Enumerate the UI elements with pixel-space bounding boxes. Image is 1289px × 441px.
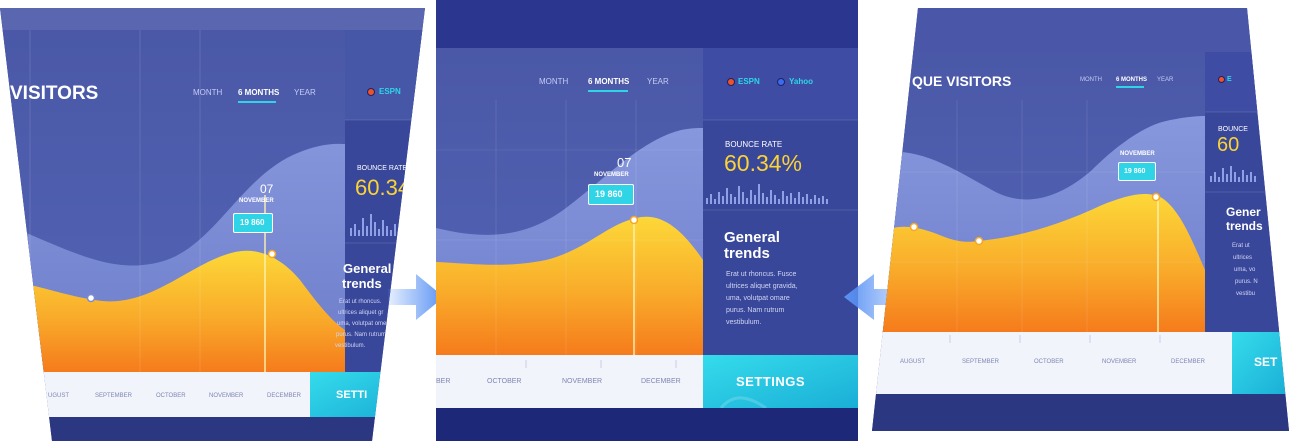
left-data-point [86,293,96,303]
right-data-point [974,236,984,246]
center-tab-year[interactable]: YEAR [647,78,669,86]
left-tooltip-month: NOVEMBER [239,198,274,204]
center-data-point [629,215,639,225]
right-x-label: NOVEMBER [1102,359,1137,365]
center-tooltip-value: 19 860 [595,189,623,199]
left-tooltip-box: 19 860 [233,213,273,233]
right-tab-active-underline [1116,86,1144,88]
center-legend-yahoo[interactable]: Yahoo [789,78,813,86]
right-chart-svg [872,8,1289,431]
left-x-label: UGUST [48,393,69,399]
left-trends-title-1: General [343,261,392,276]
right-legend-dot-icon [1218,76,1225,83]
right-settings-button[interactable]: SET [1254,356,1277,368]
center-tab-6-months[interactable]: 6 MONTHS [588,78,629,86]
left-data-point [267,249,277,259]
center-x-label: BER [436,378,451,385]
center-tooltip-box: 19 860 [588,184,634,205]
center-x-label: OCTOBER [487,378,522,385]
right-tab-year[interactable]: YEAR [1157,77,1173,83]
left-settings-button[interactable]: SETTI [336,390,367,401]
center-trends-title-2: trends [724,245,770,262]
center-bounce-value: 60.34% [724,150,803,176]
center-trends-title-1: General [724,229,780,246]
right-bounce-label: BOUNCE [1218,126,1248,133]
center-trends-body-line: uma, volutpat omare [726,295,790,302]
right-trends-title-1: Gener [1226,205,1261,219]
left-trends-title-2: trends [342,276,382,291]
left-tab-active-underline [238,101,276,103]
left-bounce-label: BOUNCE RATE [357,165,408,172]
center-trends-body-line: purus. Nam rutrum [726,307,785,314]
left-trends-body-line: purus. Nam rutrum [336,332,387,338]
right-bounce-value: 60 [1217,134,1240,156]
left-trends-body-line: ultrices aliquet gr [338,310,384,316]
center-trends-body-line: Erat ut rhoncus. Fusce [726,271,797,278]
right-data-point [909,222,919,232]
left-x-label: DECEMBER [267,393,302,399]
center-x-label: NOVEMBER [562,378,603,385]
center-legend-espn-dot-icon [727,78,735,86]
center-tooltip-day: 07 [617,155,632,170]
center-settings-button[interactable]: SETTINGS [736,375,805,388]
left-legend-espn[interactable]: ESPN [379,88,401,96]
center-legend-espn[interactable]: ESPN [738,78,760,86]
left-x-label: SEPTEMBER [95,393,133,399]
center-legend-yahoo-dot-icon [777,78,785,86]
right-trends-body-line: ultrices [1233,255,1253,261]
right-trends-body-line: Erat ut [1232,243,1250,249]
center-trends-body-line: vestibulum. [726,319,762,326]
right-x-label: DECEMBER [1171,359,1206,365]
right-trends-body-line: vestibu [1236,291,1256,297]
center-trends-body-line: ultrices aliquet gravida, [726,283,798,290]
left-trends-body-line: vestibulum. [335,343,366,349]
left-bounce-value: 60.34 [355,175,411,200]
left-tab-month[interactable]: MONTH [193,89,222,97]
left-tooltip-day: 07 [260,182,274,196]
center-tab-month[interactable]: MONTH [539,78,568,86]
left-tab-year[interactable]: YEAR [294,89,316,97]
dashboard-preview-center: MONTH 6 MONTHS YEAR ESPN Yahoo 07 NOVEMB… [436,0,858,441]
left-trends-body-line: uma, volutpat ome [337,321,387,327]
right-tooltip-value: 19 860 [1124,168,1146,175]
right-page-title: QUE VISITORS [912,73,1012,89]
dashboard-preview-left: VISITORS MONTH 6 MONTHS YEAR ESPN 07 NOV… [0,8,425,441]
right-x-label: AUGUST [900,359,926,365]
right-legend-label[interactable]: E [1227,76,1232,83]
center-tooltip-month: NOVEMBER [594,172,629,178]
right-trends-body-line: uma, vo [1234,267,1256,273]
right-tooltip-month: NOVEMBER [1120,151,1155,157]
left-chart-svg [0,8,425,441]
left-x-label: NOVEMBER [209,393,244,399]
right-x-label: OCTOBER [1034,359,1064,365]
dashboard-preview-right: QUE VISITORS MONTH 6 MONTHS YEAR E NOVEM… [872,8,1289,431]
right-data-point [1151,192,1161,202]
left-legend-dot-icon [367,88,375,96]
right-tooltip-box: 19 860 [1118,162,1156,181]
left-tab-6-months[interactable]: 6 MONTHS [238,89,279,97]
right-x-label: SEPTEMBER [962,359,1000,365]
right-tab-month[interactable]: MONTH [1080,77,1102,83]
left-trends-body-line: Erat ut rhoncus. [339,299,382,305]
left-x-label: OCTOBER [156,393,186,399]
left-page-title: VISITORS [10,83,99,104]
right-tab-6-months[interactable]: 6 MONTHS [1116,77,1147,83]
left-tooltip-value: 19 860 [240,218,265,227]
right-trends-title-2: trends [1226,219,1263,233]
center-tab-active-underline [588,90,628,92]
center-bounce-label: BOUNCE RATE [725,140,783,149]
right-trends-body-line: purus. N [1235,279,1258,285]
center-x-label: DECEMBER [641,378,681,385]
